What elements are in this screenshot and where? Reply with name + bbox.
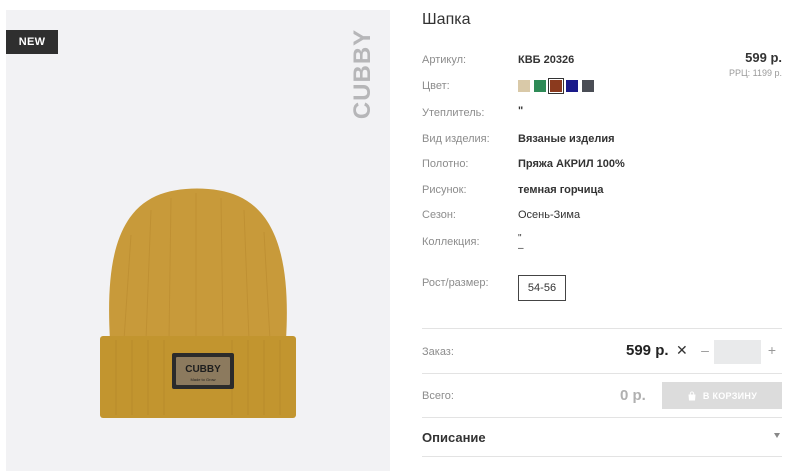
description-toggle[interactable]: Описание	[422, 430, 486, 445]
color-swatch[interactable]	[534, 80, 546, 92]
color-swatch[interactable]	[518, 80, 530, 92]
total-value: 0 р.	[620, 387, 646, 404]
color-swatch[interactable]	[548, 78, 564, 94]
type-label: Вид изделия:	[422, 133, 490, 145]
product-rrp: РРЦ: 1199 р.	[728, 68, 782, 78]
season-label: Сезон:	[422, 209, 456, 221]
product-photo: CUBBY Made to Grow	[100, 188, 296, 418]
quantity-increase-button[interactable]: +	[765, 342, 779, 358]
insulation-value: "	[518, 105, 524, 117]
remove-order-button[interactable]: ✕	[676, 342, 688, 359]
bag-icon	[688, 391, 696, 400]
collection-value: " –	[518, 234, 524, 254]
hat-crown	[109, 188, 287, 340]
pattern-label: Рисунок:	[422, 184, 467, 196]
hat-patch-brand: CUBBY	[185, 364, 221, 375]
order-label: Заказ:	[422, 346, 454, 358]
color-label: Цвет:	[422, 80, 450, 92]
product-title: Шапка	[422, 11, 471, 28]
pattern-value: темная горчица	[518, 184, 604, 196]
color-swatch[interactable]	[566, 80, 578, 92]
chevron-down-icon[interactable]	[774, 433, 780, 438]
divider	[422, 456, 782, 457]
divider	[422, 373, 782, 374]
article-label: Артикул:	[422, 54, 467, 66]
total-label: Всего:	[422, 390, 454, 402]
collection-label: Коллекция:	[422, 236, 480, 248]
divider	[422, 328, 782, 329]
brand-watermark-text: CUBBY	[349, 28, 376, 120]
fabric-label: Полотно:	[422, 158, 469, 170]
order-price: 599 р.	[626, 342, 669, 359]
article-value: КВБ 20326	[518, 54, 575, 66]
hat-patch-tagline: Made to Grow	[190, 377, 215, 382]
size-label: Рост/размер:	[422, 277, 489, 289]
season-value: Осень-Зима	[518, 209, 581, 221]
add-to-cart-label: В КОРЗИНУ	[702, 390, 758, 401]
product-price: 599 р.	[745, 50, 782, 65]
add-to-cart-button[interactable]: В КОРЗИНУ	[662, 382, 782, 409]
product-image-panel[interactable]: CUBBY Made to Grow NEW CUBBY	[6, 10, 390, 471]
insulation-label: Утеплитель:	[422, 107, 485, 119]
collection-value-line2: –	[518, 243, 524, 254]
new-badge: NEW	[6, 30, 58, 54]
product-details: Шапка 599 р. РРЦ: 1199 р. Артикул: КВБ 2…	[422, 0, 782, 471]
fabric-value: Пряжа АКРИЛ 100%	[518, 158, 625, 170]
quantity-decrease-button[interactable]: –	[698, 342, 712, 358]
type-value: Вязаные изделия	[518, 133, 615, 145]
size-option-text: 54-56	[527, 282, 557, 294]
brand-watermark: CUBBY	[348, 24, 378, 124]
color-swatches	[518, 78, 594, 94]
size-option[interactable]: 54-56	[518, 275, 566, 301]
divider	[422, 417, 782, 418]
color-swatch[interactable]	[582, 80, 594, 92]
quantity-input[interactable]	[714, 340, 761, 364]
